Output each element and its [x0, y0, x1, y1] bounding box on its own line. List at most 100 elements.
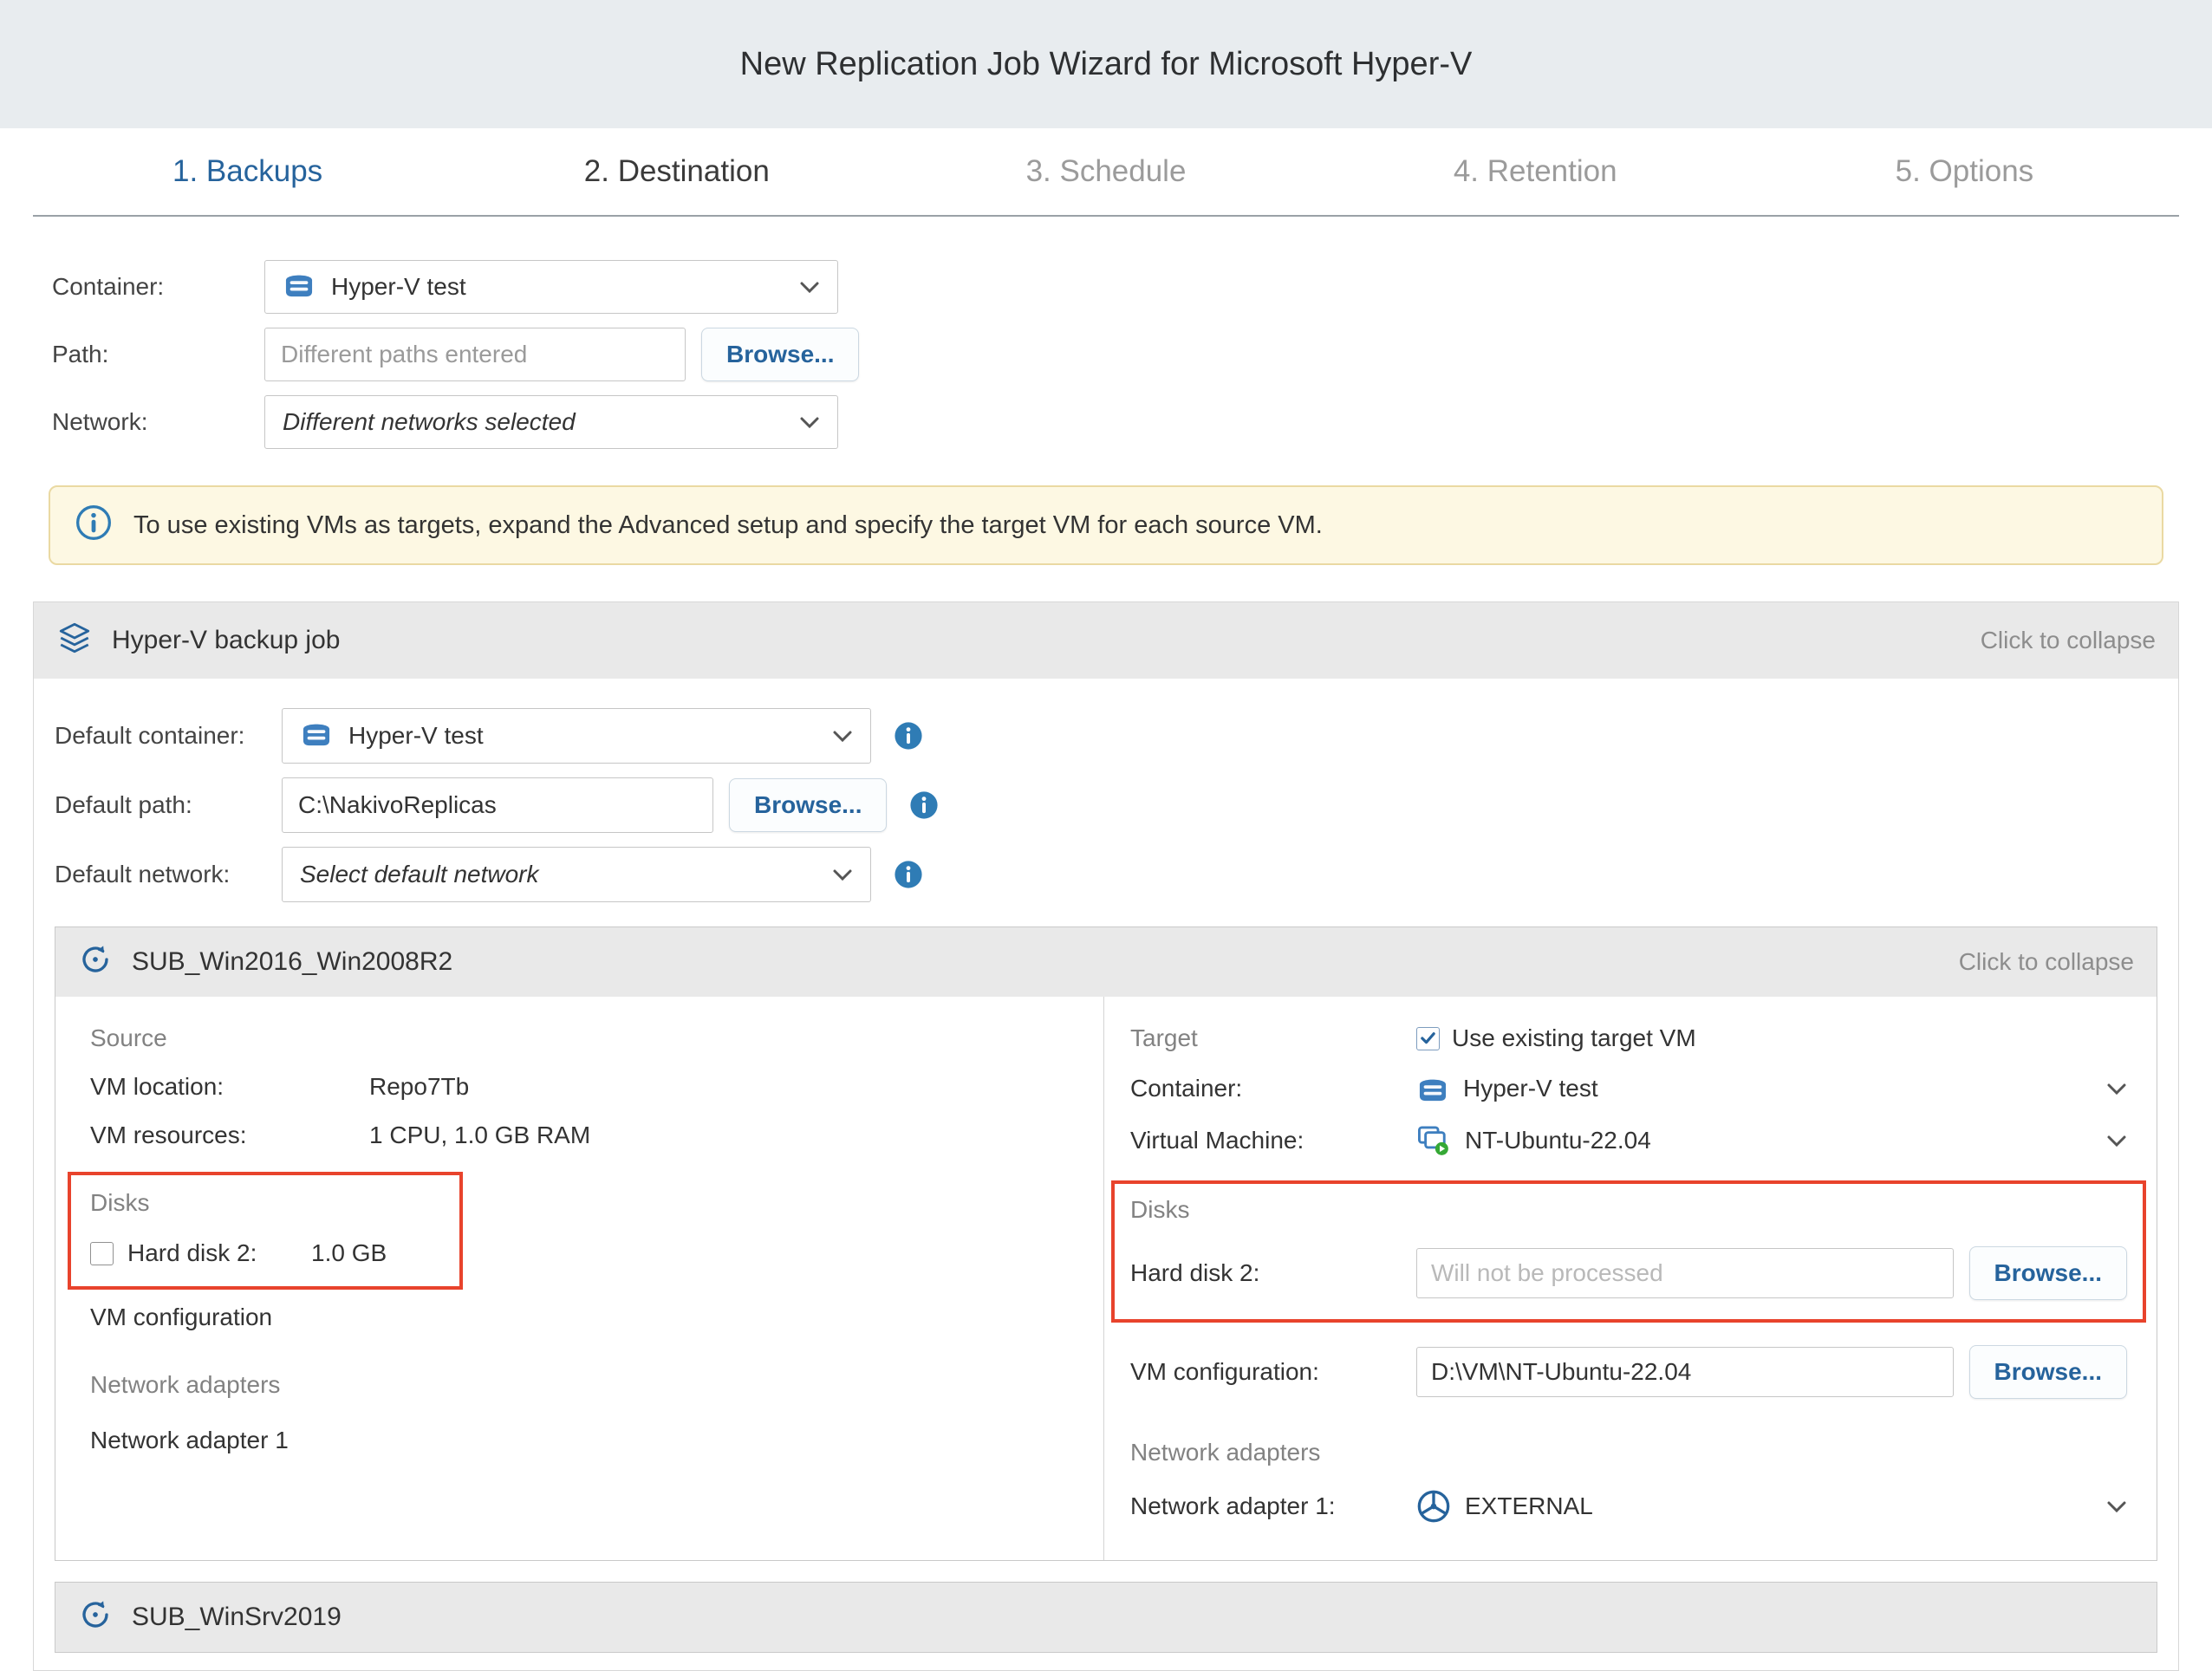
replication-cycle-icon — [78, 1597, 113, 1638]
step-schedule[interactable]: 3. Schedule — [891, 154, 1320, 189]
vm-resources-row: VM resources: 1 CPU, 1.0 GB RAM — [90, 1122, 1069, 1149]
target-network-heading: Network adapters — [1130, 1439, 2127, 1466]
target-container-label: Container: — [1130, 1075, 1416, 1102]
step-retention[interactable]: 4. Retention — [1321, 154, 1750, 189]
target-container-row[interactable]: Container: Hyper-V test — [1130, 1075, 2127, 1102]
target-disk-browse-button[interactable]: Browse... — [1969, 1246, 2127, 1300]
layers-icon — [56, 620, 93, 662]
info-banner-text: To use existing VMs as targets, expand t… — [133, 511, 1323, 540]
hyperv-container-icon — [283, 270, 316, 304]
target-disk-label: Hard disk 2: — [1130, 1259, 1416, 1287]
path-label: Path: — [52, 341, 264, 368]
wizard-titlebar: New Replication Job Wizard for Microsoft… — [0, 0, 2212, 128]
target-vm-row[interactable]: Virtual Machine: NT-Ubuntu-22.04 — [1130, 1125, 2127, 1156]
target-heading-row: Target Use existing target VM — [1130, 1024, 2127, 1052]
default-container-row: Default container: Hyper-V test — [55, 708, 2157, 764]
container-dropdown[interactable]: Hyper-V test — [264, 260, 838, 314]
source-disk-row: Hard disk 2: 1.0 GB — [90, 1239, 446, 1267]
source-heading: Source — [90, 1024, 1069, 1052]
virtual-machine-icon — [1416, 1125, 1451, 1156]
target-panel: Target Use existing target VM Container: — [1104, 997, 2157, 1560]
vm1-columns: Source VM location: Repo7Tb VM resources… — [55, 997, 2157, 1560]
vm-resources-label: VM resources: — [90, 1122, 369, 1149]
destination-top-form: Container: Hyper-V test Path: Browse... … — [0, 217, 2212, 449]
info-icon[interactable] — [894, 860, 923, 889]
chevron-down-icon — [832, 730, 853, 743]
target-disk-row: Hard disk 2: Browse... — [1130, 1246, 2127, 1300]
source-disk-checkbox[interactable] — [90, 1242, 114, 1265]
target-container-value: Hyper-V test — [1463, 1075, 1598, 1102]
default-container-dropdown[interactable]: Hyper-V test — [282, 708, 871, 764]
path-browse-button[interactable]: Browse... — [701, 328, 859, 381]
hyperv-container-icon — [1416, 1075, 1449, 1102]
vm-block-sub-win2016: SUB_Win2016_Win2008R2 Click to collapse … — [55, 927, 2157, 1561]
info-icon[interactable] — [894, 721, 923, 751]
source-disks-heading: Disks — [90, 1189, 446, 1217]
job-title: Hyper-V backup job — [112, 626, 340, 655]
info-icon[interactable] — [909, 790, 939, 820]
vm2-header[interactable]: SUB_WinSrv2019 — [55, 1583, 2157, 1652]
vm1-title: SUB_Win2016_Win2008R2 — [132, 947, 452, 977]
default-path-browse-button[interactable]: Browse... — [729, 778, 887, 832]
source-network-heading: Network adapters — [90, 1371, 1069, 1399]
chevron-down-icon — [2106, 1135, 2127, 1148]
default-network-row: Default network: Select default network — [55, 847, 2157, 902]
wizard-steps: 1. Backups 2. Destination 3. Schedule 4.… — [33, 128, 2179, 217]
network-value: Different networks selected — [283, 408, 576, 436]
source-disk-size: 1.0 GB — [311, 1239, 387, 1267]
source-panel: Source VM location: Repo7Tb VM resources… — [55, 997, 1104, 1560]
vm1-header[interactable]: SUB_Win2016_Win2008R2 Click to collapse — [55, 927, 2157, 997]
target-adapter-row[interactable]: Network adapter 1: EXTERNAL — [1130, 1489, 2127, 1524]
default-network-value: Select default network — [300, 861, 539, 888]
chevron-down-icon — [2106, 1500, 2127, 1513]
chevron-down-icon — [799, 416, 820, 429]
annotation-red-box-source-disks: Disks Hard disk 2: 1.0 GB — [68, 1172, 463, 1290]
job-section-header[interactable]: Hyper-V backup job Click to collapse — [34, 602, 2178, 679]
step-backups[interactable]: 1. Backups — [33, 154, 462, 189]
source-network-adapter: Network adapter 1 — [90, 1427, 1069, 1454]
vm1-collapse-hint: Click to collapse — [1959, 948, 2134, 976]
job-collapse-hint: Click to collapse — [1981, 627, 2156, 654]
default-path-row: Default path: Browse... — [55, 777, 2157, 833]
default-path-label: Default path: — [55, 791, 282, 819]
chevron-down-icon — [799, 281, 820, 294]
default-network-dropdown[interactable]: Select default network — [282, 847, 871, 902]
network-row: Network: Different networks selected — [52, 395, 2212, 449]
vm-resources-value: 1 CPU, 1.0 GB RAM — [369, 1122, 590, 1149]
target-vm-config-input[interactable] — [1416, 1347, 1954, 1397]
target-heading: Target — [1130, 1024, 1416, 1052]
target-vm-value: NT-Ubuntu-22.04 — [1465, 1127, 1651, 1154]
source-disk-label[interactable]: Hard disk 2: — [127, 1239, 311, 1267]
use-existing-vm-label[interactable]: Use existing target VM — [1452, 1024, 1696, 1052]
step-destination[interactable]: 2. Destination — [462, 154, 891, 189]
job-body: Default container: Hyper-V test — [34, 679, 2178, 1670]
target-disk-input[interactable] — [1416, 1248, 1954, 1298]
use-existing-vm-checkbox[interactable] — [1416, 1027, 1440, 1050]
hyperv-backup-job-section: Hyper-V backup job Click to collapse Def… — [33, 601, 2179, 1671]
info-banner: To use existing VMs as targets, expand t… — [49, 485, 2163, 565]
target-vm-config-browse-button[interactable]: Browse... — [1969, 1345, 2127, 1399]
vm-location-value: Repo7Tb — [369, 1073, 469, 1101]
default-container-value: Hyper-V test — [348, 722, 484, 750]
network-dropdown[interactable]: Different networks selected — [264, 395, 838, 449]
default-path-input[interactable] — [282, 777, 713, 833]
target-adapter-value: EXTERNAL — [1465, 1492, 1593, 1520]
path-row: Path: Browse... — [52, 328, 2212, 381]
chevron-down-icon — [2106, 1083, 2127, 1096]
vm-location-row: VM location: Repo7Tb — [90, 1073, 1069, 1101]
target-adapter-label: Network adapter 1: — [1130, 1492, 1416, 1520]
annotation-red-box-target-disks: Disks Hard disk 2: Browse... — [1111, 1180, 2146, 1323]
info-icon — [75, 504, 113, 548]
path-input[interactable] — [264, 328, 686, 381]
vm-block-sub-winsrv2019: SUB_WinSrv2019 — [55, 1582, 2157, 1653]
target-vm-config-row: VM configuration: Browse... — [1130, 1345, 2127, 1399]
step-options[interactable]: 5. Options — [1750, 154, 2179, 189]
container-value: Hyper-V test — [331, 273, 466, 301]
vm2-title: SUB_WinSrv2019 — [132, 1603, 342, 1632]
network-label: Network: — [52, 408, 264, 436]
page-title: New Replication Job Wizard for Microsoft… — [740, 46, 1473, 83]
default-network-label: Default network: — [55, 861, 282, 888]
target-vm-config-label: VM configuration: — [1130, 1358, 1416, 1386]
vm-location-label: VM location: — [90, 1073, 369, 1101]
hyperv-container-icon — [300, 719, 333, 753]
